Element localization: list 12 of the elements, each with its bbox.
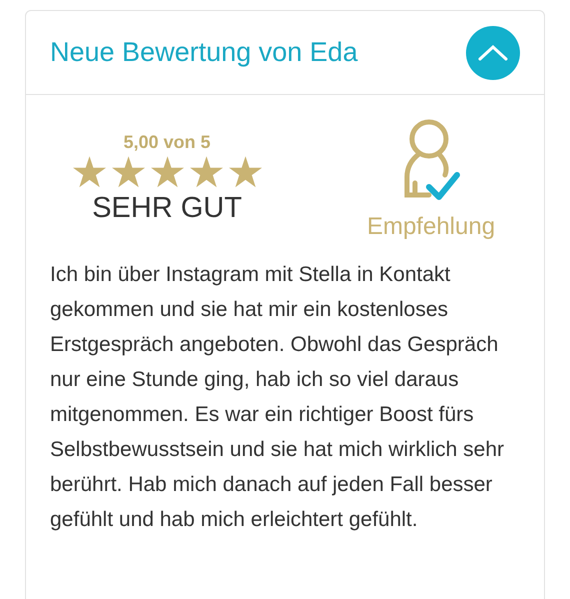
recommendation-label: Empfehlung bbox=[366, 212, 496, 242]
rating-score: 5,00 von 5 bbox=[123, 131, 211, 154]
chevron-icon bbox=[478, 44, 508, 62]
star-icon bbox=[112, 156, 144, 188]
collapse-button[interactable] bbox=[466, 26, 520, 80]
review-text: Ich bin über Instagram mit Stella in Kontakt gekommen und sie hat mir ein kostenloses Erstgespräch angeboten. Obwohl das Gespräch nur eine Stunde ging, hab ich so viel daraus mitgenommen. Es war ein richtiger Boost fürs Selbstbewusstsein und sie hat mich wirklich sehr berührt. Hab mich danach auf jeden Fall besser gefühlt und hab mich erleichtert gefühlt. bbox=[49, 262, 506, 533]
star-icon bbox=[72, 156, 106, 188]
star-icon bbox=[228, 156, 262, 188]
rating-verdict: SEHR GUT bbox=[92, 190, 242, 226]
card-title: Neue Bewertung von Eda bbox=[50, 36, 358, 70]
star-icon bbox=[150, 156, 184, 188]
star-icon bbox=[190, 156, 222, 188]
